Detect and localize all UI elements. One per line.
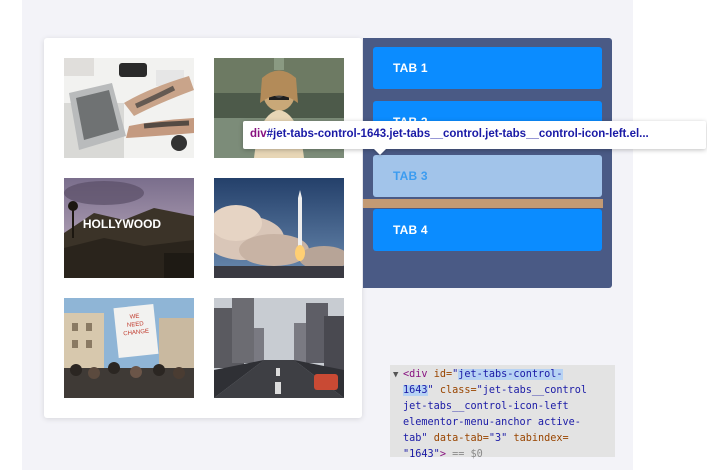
devtools-line-2: 1643" class="jet-tabs__control xyxy=(403,385,588,396)
protest-crowd-photo[interactable]: WE NEED CHANGE xyxy=(64,298,194,398)
inspector-margin-highlight xyxy=(363,199,603,208)
tabs-panel: TAB 1 TAB 2 TAB 3 TAB 4 xyxy=(363,38,612,288)
tab-1[interactable]: TAB 1 xyxy=(373,47,602,89)
devtools-line-4: elementor-menu-anchor active- xyxy=(403,417,581,428)
devtools-line-3: jet-tabs__control-icon-left xyxy=(403,401,569,412)
tab-3[interactable]: TAB 3 xyxy=(373,155,602,197)
expand-triangle-icon[interactable]: ▼ xyxy=(393,367,398,383)
svg-text:WE: WE xyxy=(129,314,139,321)
tab-4[interactable]: TAB 4 xyxy=(373,209,602,251)
devtools-element-panel[interactable]: ▼ <div id="jet-tabs-control- 1643" class… xyxy=(390,365,615,460)
devtools-line-1: <div id="jet-tabs-control- xyxy=(403,369,563,380)
hollywood-sign-photo[interactable]: HOLLYWOOD xyxy=(64,178,194,278)
city-street-photo[interactable] xyxy=(214,298,344,398)
svg-text:HOLLYWOOD: HOLLYWOOD xyxy=(83,217,162,231)
tooltip-tag: div xyxy=(250,128,267,140)
inspector-tooltip: div#jet-tabs-control-1643.jet-tabs__cont… xyxy=(243,121,706,149)
tab-1-label: TAB 1 xyxy=(393,61,428,75)
tooltip-selector: #jet-tabs-control-1643.jet-tabs__control… xyxy=(266,128,649,140)
devtools-line-5: tab" data-tab="3" tabindex= xyxy=(403,433,569,444)
laptop-tattoo-photo[interactable] xyxy=(64,58,194,158)
tooltip-arrow xyxy=(373,148,387,155)
image-gallery-card: HOLLYWOOD WE NEED CHANGE xyxy=(44,38,362,418)
tab-3-label: TAB 3 xyxy=(393,169,428,183)
rocket-launch-photo[interactable] xyxy=(214,178,344,278)
devtools-line-6: "1643"> == $0 xyxy=(403,449,483,460)
tab-4-label: TAB 4 xyxy=(393,223,428,237)
